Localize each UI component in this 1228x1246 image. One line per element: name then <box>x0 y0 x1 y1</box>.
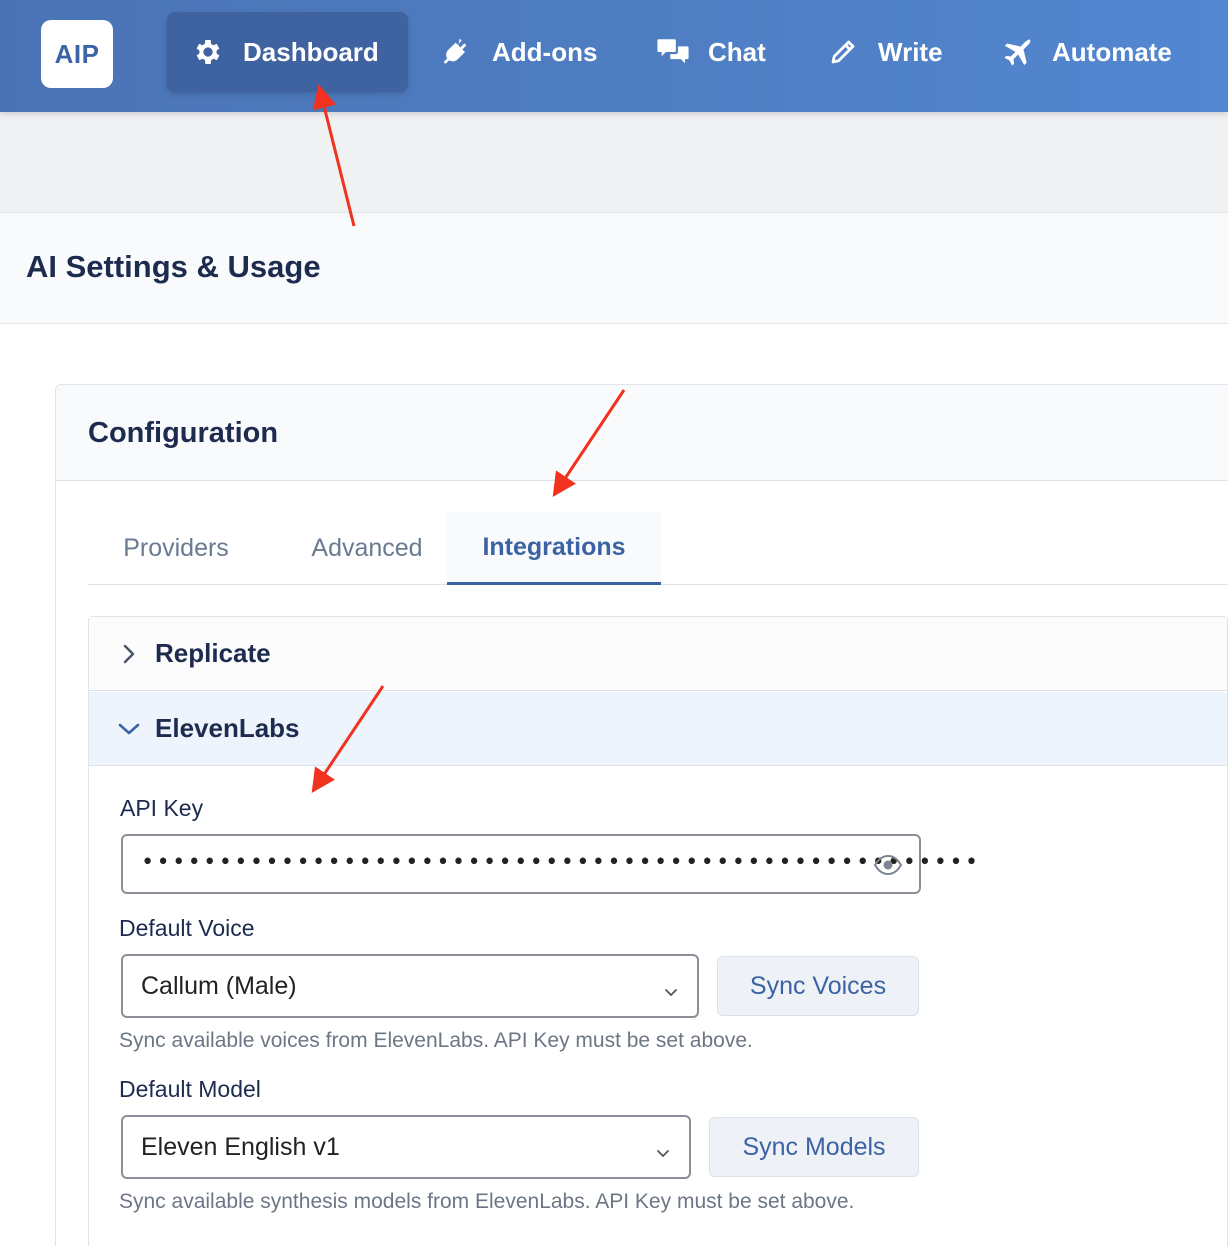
chevron-right-icon <box>117 642 141 666</box>
pencil-icon <box>826 35 860 69</box>
tab-providers[interactable]: Providers <box>88 512 264 584</box>
configuration-card: Configuration Providers Advanced Integra… <box>55 384 1228 1246</box>
nav-item-write[interactable]: Write <box>826 12 943 92</box>
nav-label-automate: Automate <box>1052 36 1172 67</box>
default-voice-label: Default Voice <box>119 915 255 941</box>
card-header: Configuration <box>56 385 1228 481</box>
sync-voices-button[interactable]: Sync Voices <box>717 956 919 1016</box>
default-voice-value: Callum (Male) <box>141 971 297 1000</box>
page-title: AI Settings & Usage <box>26 249 321 284</box>
chevron-down-icon <box>663 978 679 997</box>
top-navigation-bar: AIP Dashboard Add-ons Chat Write Automat… <box>0 0 1228 112</box>
tab-advanced[interactable]: Advanced <box>288 512 446 584</box>
api-key-label: API Key <box>120 795 204 821</box>
plane-icon <box>1000 35 1034 69</box>
tab-bar: Providers Advanced Integrations <box>88 512 1228 585</box>
chevron-down-icon <box>117 717 141 741</box>
accordion-label-elevenlabs: ElevenLabs <box>155 713 300 743</box>
integrations-accordion: Replicate ElevenLabs API Key •••••••••••… <box>88 616 1228 1246</box>
nav-label-chat: Chat <box>708 36 766 67</box>
app-logo[interactable]: AIP <box>41 20 113 88</box>
card-title: Configuration <box>88 417 279 449</box>
nav-item-dashboard[interactable]: Dashboard <box>167 12 408 92</box>
nav-item-chat[interactable]: Chat <box>656 12 766 92</box>
api-key-value: ••••••••••••••••••••••••••••••••••••••••… <box>141 850 981 875</box>
gear-icon <box>191 35 225 69</box>
tab-integrations[interactable]: Integrations <box>447 512 661 585</box>
voice-help-text: Sync available voices from ElevenLabs. A… <box>119 1029 753 1052</box>
accordion-header-replicate[interactable]: Replicate <box>89 617 1227 691</box>
accordion-header-elevenlabs[interactable]: ElevenLabs <box>89 692 1227 766</box>
page-header: AI Settings & Usage <box>0 212 1228 324</box>
nav-label-dashboard: Dashboard <box>243 36 379 67</box>
default-model-value: Eleven English v1 <box>141 1132 340 1161</box>
accordion-label-replicate: Replicate <box>155 638 271 668</box>
api-key-input[interactable]: ••••••••••••••••••••••••••••••••••••••••… <box>121 834 978 894</box>
model-help-text: Sync available synthesis models from Ele… <box>119 1190 855 1213</box>
plug-icon <box>440 35 474 69</box>
nav-label-add-ons: Add-ons <box>492 36 598 67</box>
nav-label-write: Write <box>878 36 943 67</box>
default-model-select[interactable]: Eleven English v1 <box>121 1115 691 1179</box>
eye-icon[interactable] <box>873 852 903 878</box>
nav-item-add-ons[interactable]: Add-ons <box>440 12 597 92</box>
default-model-label: Default Model <box>119 1076 261 1102</box>
chevron-down-icon <box>655 1139 671 1158</box>
default-voice-select[interactable]: Callum (Male) <box>121 954 699 1018</box>
nav-item-automate[interactable]: Automate <box>1000 12 1172 92</box>
sync-models-button[interactable]: Sync Models <box>709 1117 919 1177</box>
chat-bubbles-icon <box>656 35 690 69</box>
